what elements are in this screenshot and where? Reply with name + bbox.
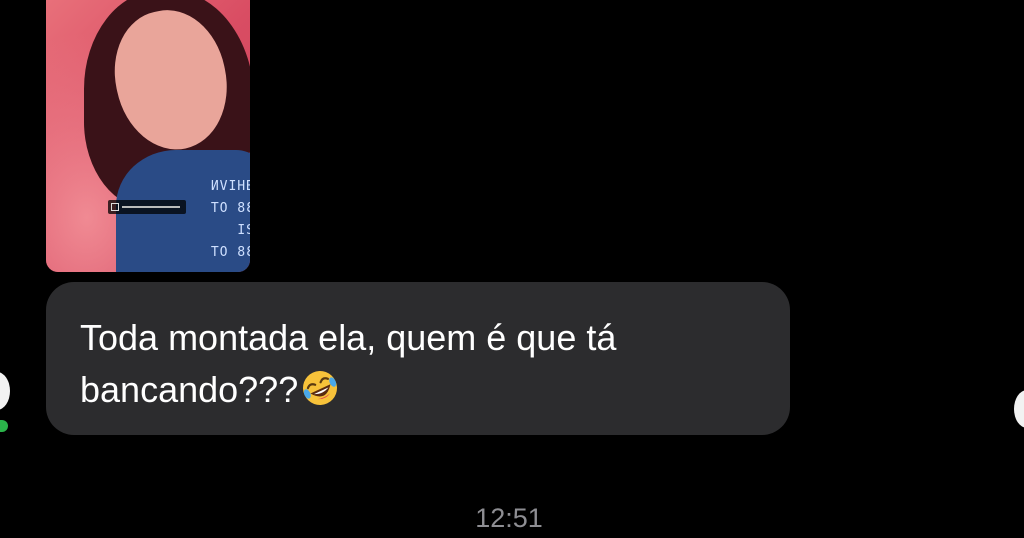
message-timestamp: 12:51: [475, 503, 543, 533]
online-status-dot: [0, 420, 8, 432]
message-line-1: Toda montada ela, quem é que tá: [80, 317, 617, 358]
right-avatar-edge: [1014, 390, 1024, 428]
message-bubble[interactable]: Toda montada ela, quem é que tá bancando…: [46, 282, 790, 435]
photo-shirt-text: ƎHIVN 38 OT ƧI 38 OT: [209, 179, 250, 260]
left-avatar-edge: [0, 372, 10, 410]
photo-watermark: [108, 200, 186, 214]
message-line-2: bancando???: [80, 369, 299, 410]
rolling-on-the-floor-laughing-icon: [303, 371, 338, 405]
message-line-2-wrap: bancando???: [80, 364, 756, 416]
shared-photo[interactable]: ƎHIVN 38 OT ƧI 38 OT: [46, 0, 250, 272]
message-text: Toda montada ela, quem é que tá bancando…: [80, 312, 756, 416]
